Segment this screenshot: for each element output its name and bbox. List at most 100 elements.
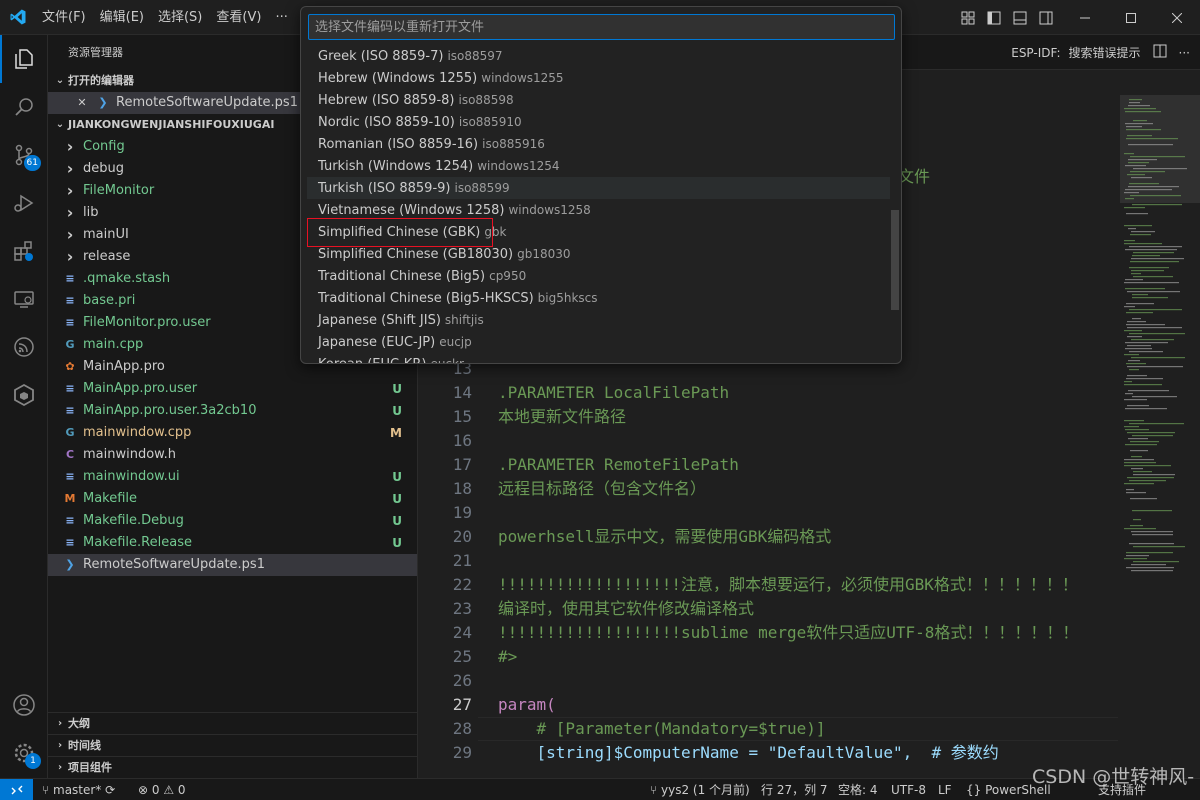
cube-icon[interactable] [0,371,48,419]
encoding-option[interactable]: Hebrew (Windows 1255) windows1255 [307,67,890,89]
indentation-setting[interactable]: 空格: 4 [838,779,878,800]
file-item[interactable]: Gmainwindow.cpp M [48,422,417,444]
code-line[interactable]: 22 !!!!!!!!!!!!!!!!!!!注意，脚本想要运行，必须使用GBK格式… [418,573,1118,597]
menu-view[interactable]: 查看(V) [209,0,268,35]
run-debug-icon[interactable] [0,179,48,227]
file-item[interactable]: ❯ RemoteSoftwareUpdate.ps1 [48,554,417,576]
list-scrollbar[interactable] [891,210,899,310]
minimap-line [1126,567,1174,569]
encoding-option[interactable]: Nordic (ISO 8859-10) iso885910 [307,111,890,133]
code-line[interactable]: 15 本地更新文件路径 [418,405,1118,429]
encoding-option[interactable]: Hebrew (ISO 8859-8) iso88598 [307,89,890,111]
maximize-icon[interactable] [1108,0,1154,35]
file-item[interactable]: Cmainwindow.h [48,444,417,466]
sync-icon[interactable]: ⟳ [101,783,115,797]
menu-selection[interactable]: 选择(S) [151,0,209,35]
git-blame-indicator[interactable]: ⑂ yys2 (1 个月前) [650,779,750,800]
file-item[interactable]: ≡ Makefile.Debug U [48,510,417,532]
code-line[interactable]: 14 .PARAMETER LocalFilePath [418,381,1118,405]
code-line[interactable]: 18 远程目标路径（包含文件名） [418,477,1118,501]
esp-idf-icon[interactable] [0,323,48,371]
search-icon[interactable] [0,83,48,131]
cursor-position[interactable]: 行 27，列 7 [761,779,828,800]
code-line[interactable]: 26 [418,669,1118,693]
code-line[interactable]: 17 .PARAMETER RemoteFilePath [418,453,1118,477]
eol-indicator[interactable]: LF [938,779,952,800]
minimap-line [1127,291,1180,293]
encoding-option[interactable]: Japanese (EUC-JP) eucjp [307,331,890,353]
code-line[interactable]: 25 #> [418,645,1118,669]
code-line[interactable]: 23 编译时，使用其它软件修改编译格式 [418,597,1118,621]
menu-file[interactable]: 文件(F) [35,0,93,35]
encoding-search-input[interactable] [308,14,895,40]
branch-indicator[interactable]: ⑂ master* ⟳ [42,779,115,800]
code-line[interactable]: 19 [418,501,1118,525]
minimap-line [1124,465,1171,467]
problems-indicator[interactable]: ⊗ 0 ⚠ 0 [138,779,186,800]
timeline-section[interactable]: › 时间线 [48,734,417,756]
encoding-indicator[interactable]: UTF-8 [891,779,926,800]
minimap-line [1128,105,1150,107]
encoding-option[interactable]: Simplified Chinese (GB18030) gb18030 [307,243,890,265]
file-item[interactable]: ≡ mainwindow.ui U [48,466,417,488]
code-line[interactable]: 20 powerhsell显示中文，需要使用GBK编码格式 [418,525,1118,549]
minimap-line [1133,276,1173,278]
encoding-option[interactable]: Japanese (Shift JIS) shiftjis [307,309,890,331]
outline-section[interactable]: › 大纲 [48,712,417,734]
search-error-hint-button[interactable]: 搜索错误提示 [1069,44,1141,61]
encoding-label: Hebrew (Windows 1255) [318,71,478,86]
minimap[interactable] [1118,95,1200,778]
toggle-secondary-sidebar-icon[interactable] [1033,0,1059,35]
minimap-line [1128,360,1140,362]
account-icon[interactable] [0,681,48,729]
encoding-option[interactable]: Traditional Chinese (Big5) cp950 [307,265,890,287]
toggle-primary-sidebar-icon[interactable] [981,0,1007,35]
toggle-panel-icon[interactable] [1007,0,1033,35]
file-item[interactable]: M Makefile U [48,488,417,510]
remote-explorer-icon[interactable] [0,275,48,323]
code-line[interactable]: 28 # [Parameter(Mandatory=$true)] [418,717,1118,741]
project-components-section[interactable]: › 项目组件 [48,756,417,778]
minimize-icon[interactable] [1062,0,1108,35]
remote-indicator-icon[interactable] [0,779,33,800]
minimap-line [1128,144,1173,146]
explorer-icon[interactable] [0,35,48,83]
file-item[interactable]: ≡ Makefile.Release U [48,532,417,554]
csdn-watermark: CSDN @世转神风- [1032,766,1195,788]
close-icon[interactable] [1154,0,1200,35]
git-status-badge: U [392,514,402,528]
more-actions-icon[interactable]: ··· [1179,46,1190,60]
manage-gear-icon[interactable]: 1 [0,729,48,777]
code-line[interactable]: 27 param( [418,693,1118,717]
extensions-icon[interactable] [0,227,48,275]
code-line[interactable]: 21 [418,549,1118,573]
minimap-line [1129,333,1185,335]
minimap-line [1125,444,1157,446]
menu-more[interactable]: ··· [268,0,294,35]
file-item[interactable]: ≡ MainApp.pro.user.3a2cb10 U [48,400,417,422]
split-editor-icon[interactable] [1153,44,1167,61]
minimap-line [1128,390,1169,392]
close-icon[interactable]: ✕ [74,95,90,111]
file-item[interactable]: ≡ MainApp.pro.user U [48,378,417,400]
folder-name: debug [83,161,124,176]
minimap-line [1124,381,1132,383]
menu-edit[interactable]: 编辑(E) [93,0,151,35]
encoding-option[interactable]: Simplified Chinese (GBK) gbk [307,221,890,243]
encoding-option[interactable]: Korean (EUC-KR) euckr [307,353,890,363]
code-line[interactable]: 16 [418,429,1118,453]
encoding-option[interactable]: Turkish (Windows 1254) windows1254 [307,155,890,177]
minimap-line [1126,363,1146,365]
file-name: mainwindow.ui [83,469,180,484]
code-line[interactable]: 24 !!!!!!!!!!!!!!!!!!!sublime merge软件只适应U… [418,621,1118,645]
customize-layout-icon[interactable] [955,0,981,35]
encoding-option[interactable]: Turkish (ISO 8859-9) iso88599 [307,177,890,199]
esp-idf-label[interactable]: ESP-IDF: [1011,46,1060,60]
code-line[interactable]: 29 [string]$ComputerName = "DefaultValue… [418,741,1118,765]
minimap-line [1130,156,1185,158]
encoding-option[interactable]: Vietnamese (Windows 1258) windows1258 [307,199,890,221]
source-control-icon[interactable]: 61 [0,131,48,179]
encoding-option[interactable]: Romanian (ISO 8859-16) iso885916 [307,133,890,155]
encoding-option[interactable]: Traditional Chinese (Big5-HKSCS) big5hksc… [307,287,890,309]
encoding-option[interactable]: Greek (ISO 8859-7) iso88597 [307,45,890,67]
